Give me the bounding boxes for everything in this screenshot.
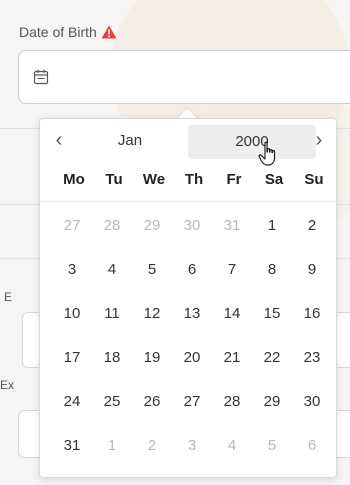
calendar-day[interactable]: 3 (52, 261, 92, 278)
prev-month-button[interactable]: ‹ (48, 127, 70, 153)
day-grid: 27 28 29 30 31 1 2 3 4 5 6 7 8 9 10 11 12 13 14 15 16 17 18 19 2… (52, 203, 334, 467)
date-of-birth-label: Date of Birth (19, 24, 117, 40)
calendar-day-outside-month[interactable]: 6 (292, 437, 332, 454)
calendar-day[interactable]: 9 (292, 261, 332, 278)
calendar-day[interactable]: 15 (252, 305, 292, 322)
calendar-day-outside-month[interactable]: 27 (52, 217, 92, 234)
calendar-day[interactable]: 18 (92, 349, 132, 366)
weekday-label: Fr (226, 171, 242, 188)
date-picker-popup: ‹ Jan 2000 › Mo Tu We Th Fr Sa Su 27 28 29… (39, 118, 337, 478)
calendar-day[interactable]: 4 (92, 261, 132, 278)
hand-pointer-icon (258, 141, 276, 166)
calendar-day[interactable]: 13 (172, 305, 212, 322)
header-divider (40, 201, 336, 202)
calendar-day-outside-month[interactable]: 5 (252, 437, 292, 454)
weekday-header: Mo Tu We Th Fr Sa Su (54, 171, 334, 191)
calendar-day[interactable]: 29 (252, 393, 292, 410)
calendar-day-outside-month[interactable]: 4 (212, 437, 252, 454)
calendar-day[interactable]: 17 (52, 349, 92, 366)
weekday-label: Mo (63, 171, 85, 188)
calendar-day[interactable]: 25 (92, 393, 132, 410)
calendar-day[interactable]: 7 (212, 261, 252, 278)
calendar-day[interactable]: 19 (132, 349, 172, 366)
calendar-day-outside-month[interactable]: 1 (92, 437, 132, 454)
calendar-day-outside-month[interactable]: 28 (92, 217, 132, 234)
calendar-day-outside-month[interactable]: 31 (212, 217, 252, 234)
calendar-week-row: 24 25 26 27 28 29 30 (52, 379, 334, 423)
calendar-day[interactable]: 20 (172, 349, 212, 366)
calendar-week-row: 3456789 (52, 247, 334, 291)
date-of-birth-input[interactable] (18, 50, 350, 104)
calendar-icon (33, 69, 49, 85)
next-month-button[interactable]: › (308, 127, 330, 153)
calendar-day[interactable]: 26 (132, 393, 172, 410)
calendar-day[interactable]: 16 (292, 305, 332, 322)
calendar-day-outside-month[interactable]: 2 (132, 437, 172, 454)
weekday-label: Th (184, 171, 204, 188)
calendar-day-outside-month[interactable]: 3 (172, 437, 212, 454)
calendar-day[interactable]: 6 (172, 261, 212, 278)
calendar-day[interactable]: 28 (212, 393, 252, 410)
calendar-day[interactable]: 30 (292, 393, 332, 410)
calendar-week-row: 27 28 29 30 31 1 2 (52, 203, 334, 247)
calendar-day[interactable]: 14 (212, 305, 252, 322)
calendar-week-row: 17 18 19 20 21 22 23 (52, 335, 334, 379)
weekday-label: Su (304, 171, 324, 188)
calendar-day[interactable]: 31 (52, 437, 92, 454)
calendar-day[interactable]: 5 (132, 261, 172, 278)
calendar-day[interactable]: 8 (252, 261, 292, 278)
calendar-day[interactable]: 2 (292, 217, 332, 234)
warning-triangle-icon (101, 25, 117, 39)
calendar-day[interactable]: 22 (252, 349, 292, 366)
month-selector[interactable]: Jan (96, 127, 164, 155)
year-selector[interactable]: 2000 (188, 125, 316, 159)
background-field-label: E (4, 290, 13, 304)
background-field-label: Ex (0, 378, 15, 392)
calendar-day[interactable]: 1 (252, 217, 292, 234)
weekday-label: Tu (105, 171, 123, 188)
date-of-birth-label-text: Date of Birth (19, 24, 97, 40)
calendar-day[interactable]: 21 (212, 349, 252, 366)
calendar-week-row: 31 1 2 3 4 5 6 (52, 423, 334, 467)
calendar-day[interactable]: 11 (92, 305, 132, 322)
calendar-day-outside-month[interactable]: 29 (132, 217, 172, 234)
calendar-nav: ‹ Jan 2000 › (40, 119, 336, 166)
calendar-day[interactable]: 23 (292, 349, 332, 366)
calendar-day[interactable]: 10 (52, 305, 92, 322)
calendar-day[interactable]: 12 (132, 305, 172, 322)
weekday-label: We (142, 171, 166, 188)
calendar-day-outside-month[interactable]: 30 (172, 217, 212, 234)
weekday-label: Sa (264, 171, 284, 188)
calendar-day[interactable]: 27 (172, 393, 212, 410)
calendar-week-row: 10 11 12 13 14 15 16 (52, 291, 334, 335)
calendar-day[interactable]: 24 (52, 393, 92, 410)
